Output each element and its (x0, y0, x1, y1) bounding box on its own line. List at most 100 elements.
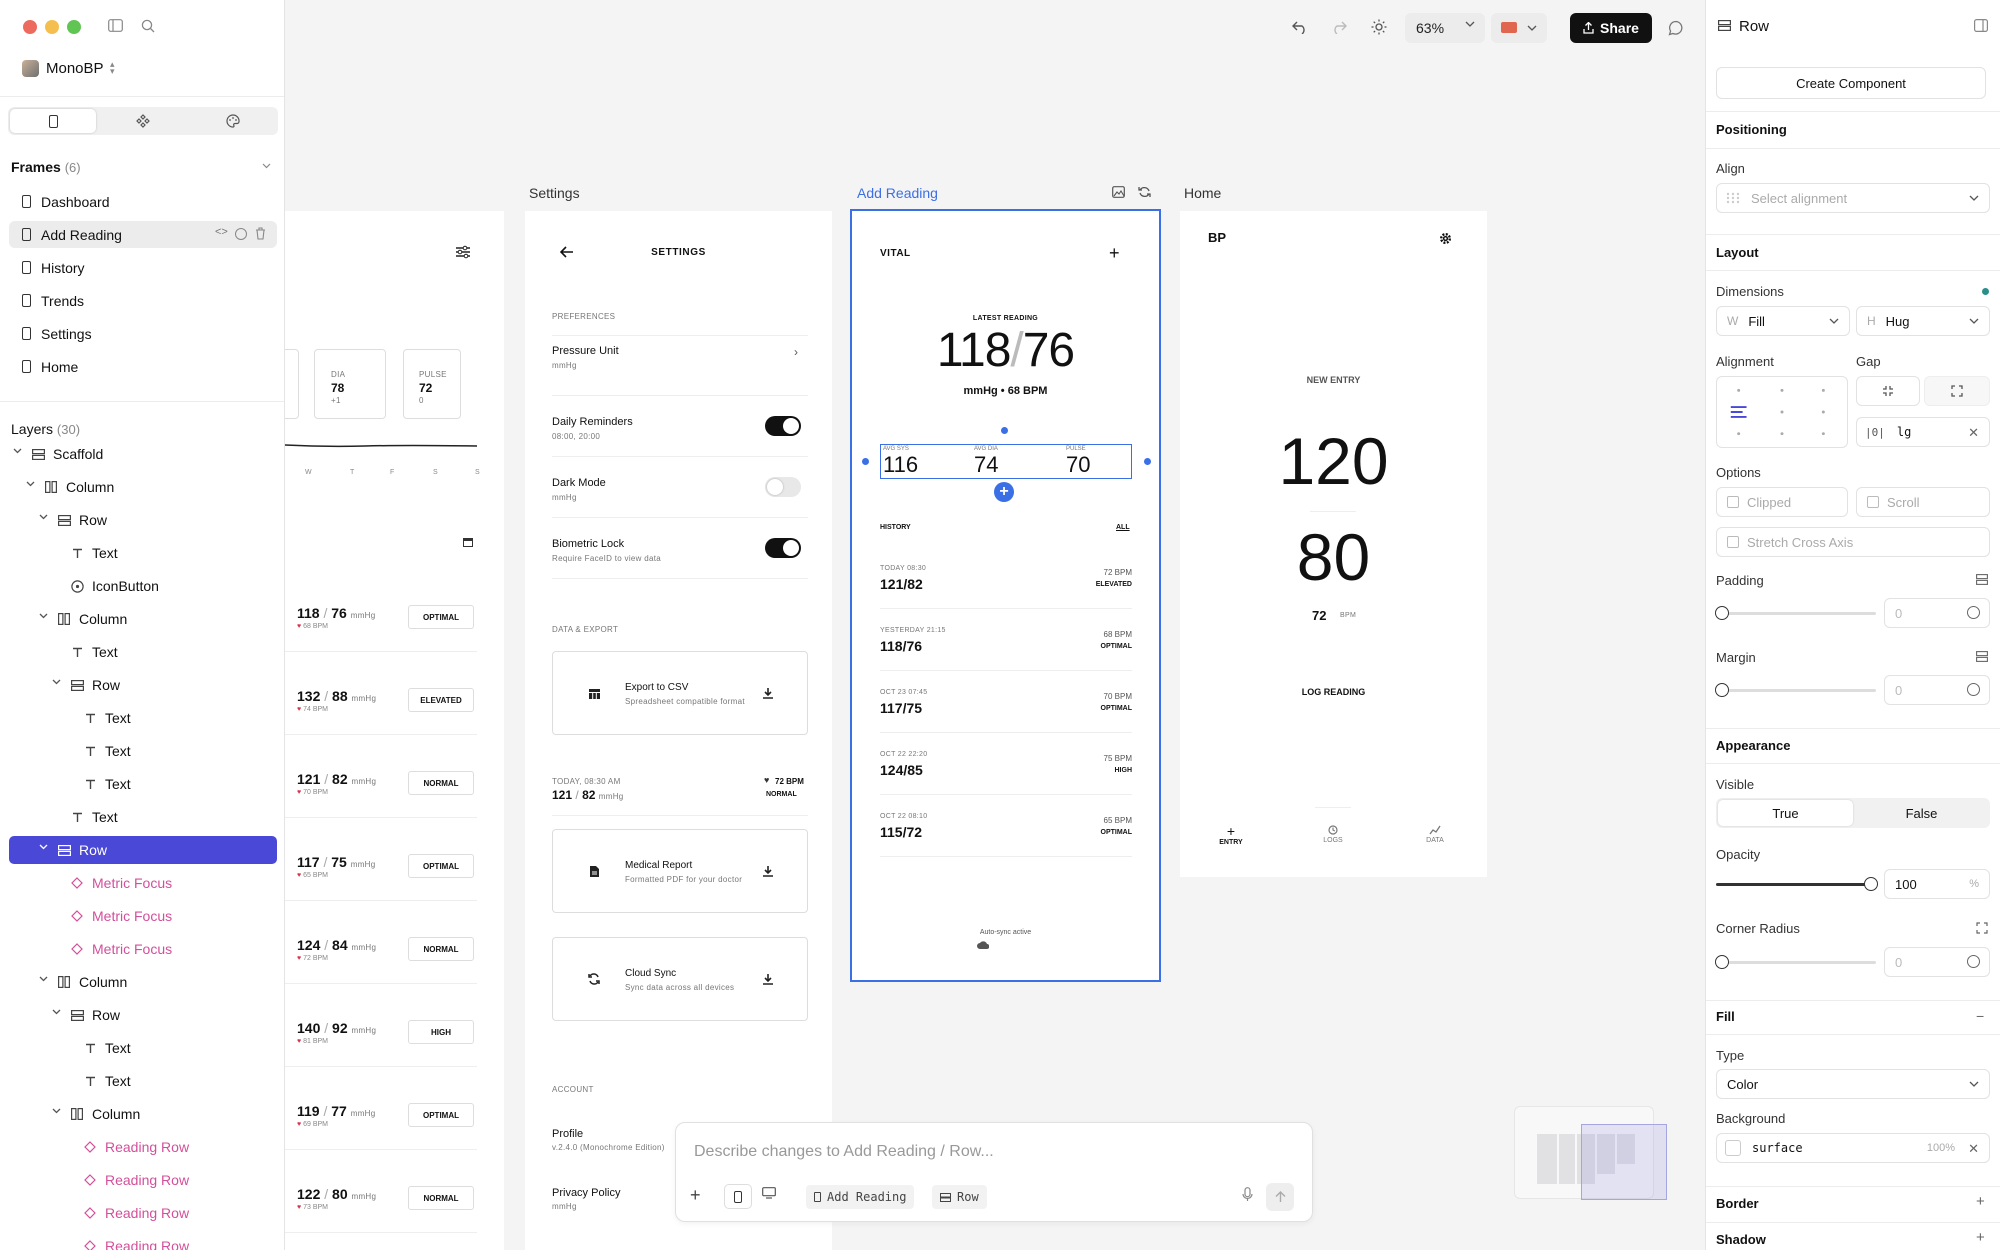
reading-row[interactable]: 117 / 75 mmHg ♥ 65 BPM OPTIMAL (285, 830, 504, 901)
metric-focus[interactable]: AVG DIA 74 (974, 446, 1054, 478)
resize-handle-left[interactable] (862, 458, 869, 465)
width-select[interactable]: W Fill (1716, 306, 1850, 336)
fill-type-select[interactable]: Color (1716, 1069, 1990, 1099)
token-icon[interactable] (1967, 955, 1980, 968)
resize-handle-right[interactable] (1144, 458, 1151, 465)
frame-caption-settings[interactable]: Settings (529, 185, 580, 201)
gap-collapse-button[interactable] (1856, 376, 1920, 406)
theme-icon[interactable] (235, 228, 247, 240)
frame-item[interactable]: Settings (9, 320, 277, 347)
frame-item[interactable]: Dashboard (9, 188, 277, 215)
chevron-down-icon[interactable] (39, 514, 51, 520)
chevron-down-icon[interactable] (262, 163, 271, 169)
minimap-viewport[interactable] (1581, 1124, 1667, 1200)
visible-true-option[interactable]: True (1718, 800, 1853, 826)
zoom-select[interactable]: 63% (1405, 13, 1485, 43)
layer-item[interactable]: Reading Row (9, 1199, 277, 1227)
frame-chip[interactable]: Add Reading (806, 1185, 915, 1209)
biometric-toggle[interactable] (765, 538, 801, 558)
nav-logs[interactable]: LOGS (1320, 825, 1346, 844)
visible-false-option[interactable]: False (1855, 800, 1988, 826)
layer-item[interactable]: Metric Focus (9, 869, 277, 897)
add-attachment-button[interactable]: + (690, 1185, 701, 1206)
project-name[interactable]: MonoBP (46, 60, 104, 77)
reading-row[interactable]: YESTERDAY 21:15 118/76 68 BPM OPTIMAL (880, 623, 1132, 675)
layer-item[interactable]: Reading Row (9, 1232, 277, 1250)
download-icon[interactable] (763, 974, 773, 985)
comment-icon[interactable] (1668, 20, 1684, 36)
corner-radius-slider[interactable] (1716, 961, 1876, 964)
alignment-grid[interactable] (1716, 376, 1848, 448)
frame-item[interactable]: Trends (9, 287, 277, 314)
clear-icon[interactable]: ✕ (1968, 425, 1979, 441)
layer-item[interactable]: Text (9, 638, 277, 666)
layer-item[interactable]: Text (9, 803, 277, 831)
layer-item[interactable]: Row (9, 1001, 277, 1029)
layer-item[interactable]: Column (9, 473, 277, 501)
insert-plus-button[interactable]: + (994, 482, 1014, 502)
align-select[interactable]: Select alignment (1716, 183, 1990, 213)
layer-item[interactable]: Reading Row (9, 1133, 277, 1161)
chevron-down-icon[interactable] (26, 481, 38, 487)
undo-button[interactable] (1292, 20, 1308, 34)
stretch-checkbox[interactable]: Stretch Cross Axis (1716, 527, 1990, 557)
reading-row[interactable]: 140 / 92 mmHg ♥ 81 BPM HIGH (285, 996, 504, 1067)
close-window-button[interactable] (23, 20, 37, 34)
chevron-down-icon[interactable] (13, 448, 25, 454)
layer-item[interactable]: Scaffold (9, 440, 277, 468)
add-shadow-icon[interactable]: + (1976, 1229, 1985, 1246)
tab-theme[interactable] (190, 109, 276, 133)
opacity-input[interactable]: 100 % (1884, 869, 1990, 899)
tab-components[interactable] (100, 109, 186, 133)
panel-toggle-icon[interactable] (1974, 19, 1988, 32)
padding-sides-icon[interactable] (1976, 574, 1988, 585)
corner-radius-input[interactable]: 0 (1884, 947, 1990, 977)
corners-expand-icon[interactable] (1976, 922, 1988, 934)
settings-gear-icon[interactable] (1439, 232, 1452, 245)
chevron-down-icon[interactable] (52, 679, 64, 685)
gap-expand-button[interactable] (1924, 376, 1990, 406)
minimap[interactable] (1514, 1106, 1667, 1200)
margin-slider[interactable] (1716, 689, 1876, 692)
chevron-down-icon[interactable] (52, 1108, 64, 1114)
metric-focus[interactable]: PULSE 70 (1066, 446, 1146, 478)
layer-item[interactable]: Column (9, 968, 277, 996)
reading-row[interactable]: 132 / 88 mmHg ♥ 74 BPM ELEVATED (285, 664, 504, 735)
add-border-icon[interactable]: + (1976, 1193, 1985, 1210)
settings-frame[interactable]: SETTINGS PREFERENCES Pressure Unit mmHg … (525, 211, 832, 1250)
nav-entry[interactable]: + ENTRY (1218, 824, 1244, 846)
send-button[interactable] (1266, 1183, 1294, 1211)
microphone-icon[interactable] (1242, 1187, 1253, 1202)
sidebar-toggle-icon[interactable] (108, 19, 123, 32)
layer-item[interactable]: IconButton (9, 572, 277, 600)
gap-input[interactable]: |0| lg ✕ (1856, 417, 1990, 447)
padding-slider[interactable] (1716, 612, 1876, 615)
layer-chip[interactable]: Row (932, 1185, 987, 1209)
layer-item[interactable]: Text (9, 737, 277, 765)
layer-item[interactable]: Column (9, 1100, 277, 1128)
layer-item[interactable]: Column (9, 605, 277, 633)
layer-item[interactable]: Text (9, 770, 277, 798)
add-reading-frame[interactable]: VITAL + LATEST READING 118/76 mmHg • 68 … (850, 209, 1161, 982)
margin-sides-icon[interactable] (1976, 651, 1988, 662)
preview-device-button[interactable] (1491, 13, 1547, 43)
nav-data[interactable]: DATA (1422, 825, 1448, 844)
reading-row[interactable]: OCT 22 08:10 115/72 65 BPM OPTIMAL (880, 809, 1132, 861)
token-icon[interactable] (1967, 683, 1980, 696)
redo-button[interactable] (1331, 20, 1347, 34)
layer-item[interactable]: Text (9, 1067, 277, 1095)
mobile-toggle[interactable] (724, 1184, 752, 1209)
layer-item[interactable]: Text (9, 1034, 277, 1062)
margin-input[interactable]: 0 (1884, 675, 1990, 705)
opacity-slider[interactable] (1716, 883, 1871, 886)
calendar-icon[interactable] (463, 537, 473, 547)
frame-caption-home[interactable]: Home (1184, 185, 1221, 201)
image-icon[interactable] (1112, 186, 1125, 198)
home-frame[interactable]: BP NEW ENTRY 120 80 72 BPM LOG READING +… (1180, 211, 1487, 877)
fill-collapse-icon[interactable]: − (1976, 1008, 1984, 1024)
opacity-slider-knob[interactable] (1864, 877, 1878, 891)
dark-mode-toggle[interactable] (765, 477, 801, 497)
prompt-input[interactable]: Describe changes to Add Reading / Row... (694, 1143, 1254, 1161)
layer-item[interactable]: Reading Row (9, 1166, 277, 1194)
corner-radius-knob[interactable] (1715, 955, 1729, 969)
